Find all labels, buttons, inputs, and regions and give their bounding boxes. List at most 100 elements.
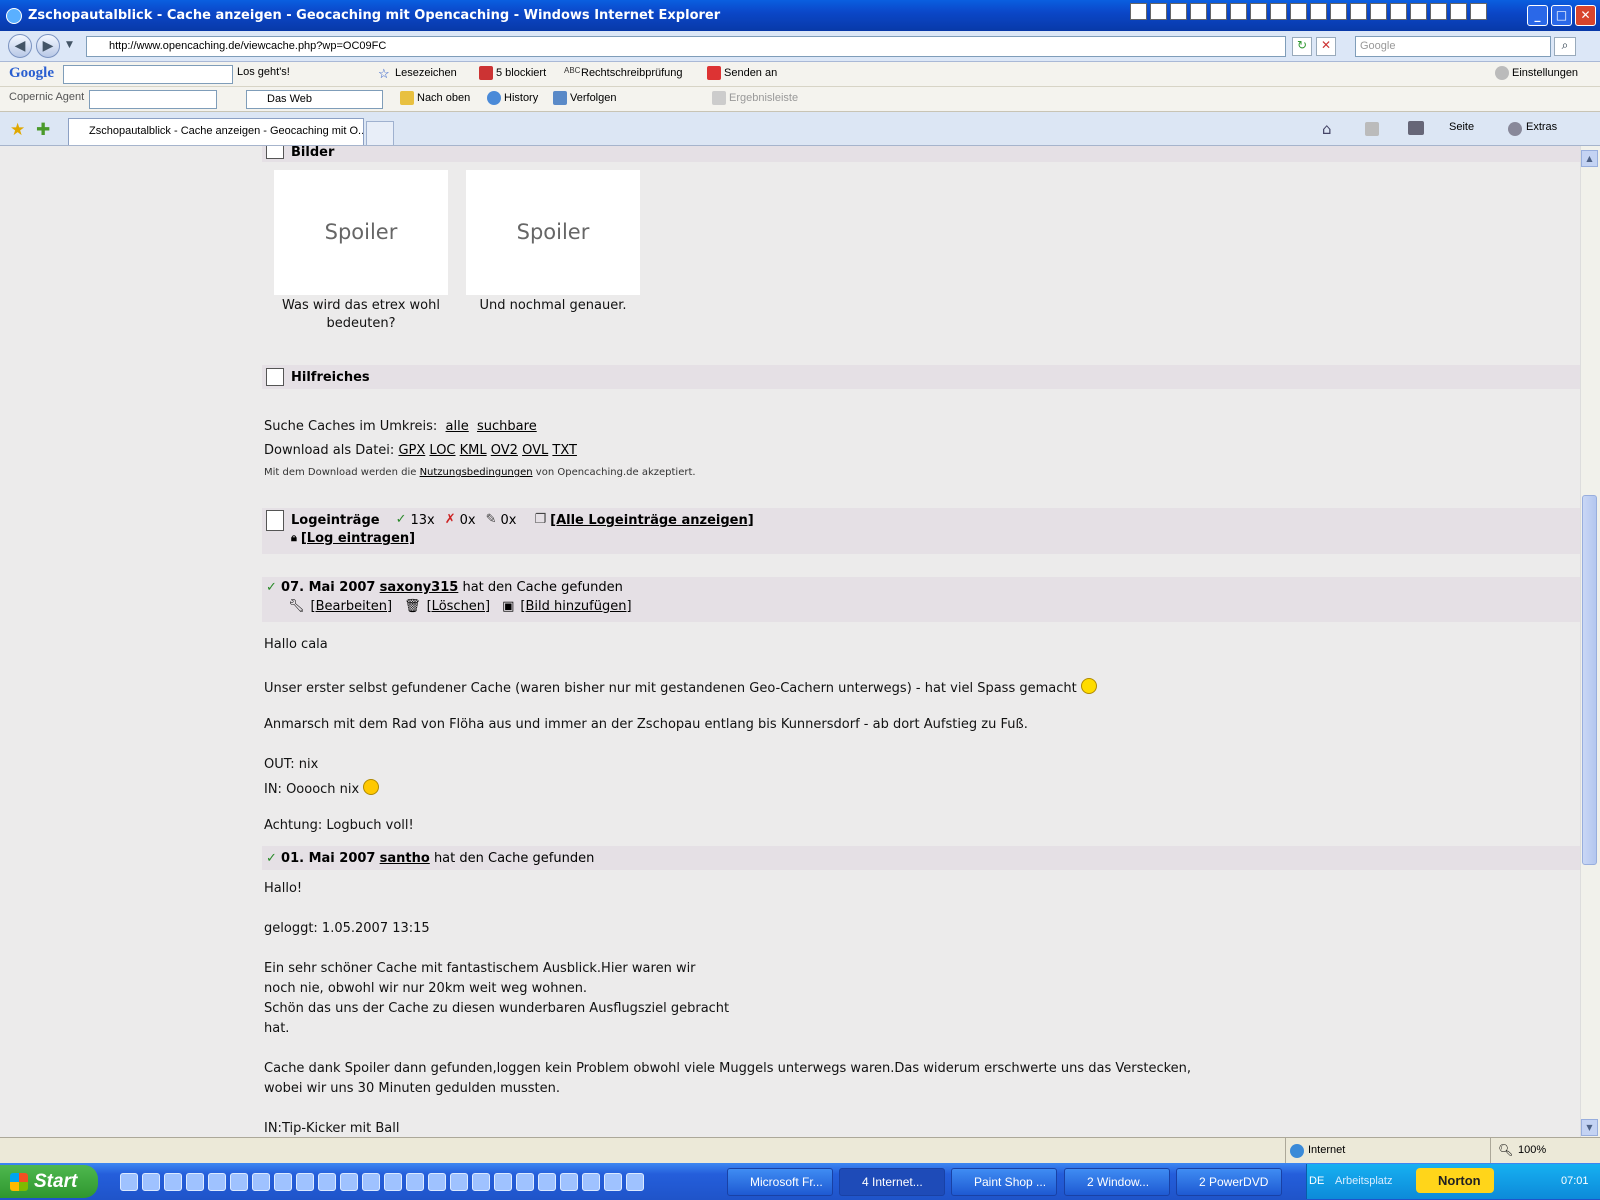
scroll-up-button[interactable]: ▲ <box>1581 150 1598 167</box>
refresh-icon[interactable]: ↻ <box>1292 37 1312 56</box>
download-txt-link[interactable]: TXT <box>552 443 577 458</box>
quick-launch-icon[interactable] <box>362 1173 380 1191</box>
quick-launch-icon[interactable] <box>120 1173 138 1191</box>
tray-icon[interactable] <box>1310 3 1327 20</box>
tray-icon[interactable] <box>1430 3 1447 20</box>
task-powerdvd[interactable]: 2 PowerDVD <box>1176 1168 1282 1196</box>
tray-icon[interactable] <box>1390 3 1407 20</box>
send-to-button[interactable]: Senden an <box>707 66 777 80</box>
scroll-down-button[interactable]: ▼ <box>1581 1119 1598 1136</box>
all-logs-link[interactable]: [Alle Logeinträge anzeigen] <box>550 513 754 528</box>
zoom-level[interactable]: 100% <box>1518 1144 1546 1156</box>
verfolgen-button[interactable]: Verfolgen <box>553 91 616 105</box>
tray-icon[interactable] <box>1170 3 1187 20</box>
quick-launch-icon[interactable] <box>626 1173 644 1191</box>
forward-button[interactable]: ▶ <box>36 34 60 58</box>
spoiler-image-1[interactable]: Spoiler <box>274 170 448 295</box>
web-select[interactable]: Das Web <box>246 90 383 109</box>
close-button[interactable]: ✕ <box>1575 5 1596 26</box>
language-indicator[interactable]: DE <box>1309 1175 1324 1187</box>
quick-launch-icon[interactable] <box>384 1173 402 1191</box>
maximize-button[interactable]: □ <box>1551 5 1572 26</box>
nach-oben-button[interactable]: Nach oben <box>400 91 470 105</box>
quick-launch-icon[interactable] <box>274 1173 292 1191</box>
settings-button[interactable]: Einstellungen <box>1495 66 1578 80</box>
quick-launch-icon[interactable] <box>142 1173 160 1191</box>
ergebnisleiste-button[interactable]: Ergebnisleiste <box>712 91 798 105</box>
print-icon[interactable] <box>1408 121 1424 135</box>
quick-launch-icon[interactable] <box>406 1173 424 1191</box>
log-1-user-link[interactable]: saxony315 <box>380 580 459 595</box>
google-search-input[interactable] <box>63 65 233 84</box>
tray-icon[interactable] <box>1190 3 1207 20</box>
quick-launch-icon[interactable] <box>582 1173 600 1191</box>
task-windows[interactable]: 2 Window... <box>1064 1168 1170 1196</box>
home-icon[interactable]: ⌂ <box>1322 120 1332 138</box>
spellcheck-button[interactable]: ABC Rechtschreibprüfung <box>564 66 683 80</box>
add-picture-link[interactable]: [Bild hinzufügen] <box>520 599 631 614</box>
address-input[interactable]: http://www.opencaching.de/viewcache.php?… <box>86 36 1286 57</box>
add-favorite-icon[interactable]: ✚ <box>36 120 50 140</box>
quick-launch-icon[interactable] <box>472 1173 490 1191</box>
log-2-user-link[interactable]: santho <box>380 851 430 866</box>
tray-icon[interactable] <box>1150 3 1167 20</box>
extras-menu[interactable]: Extras <box>1526 121 1557 133</box>
history-dropdown-icon[interactable]: ▼ <box>66 40 73 50</box>
search-icon[interactable]: ⌕ <box>1554 37 1576 56</box>
spoiler-image-2[interactable]: Spoiler <box>466 170 640 295</box>
quick-launch-icon[interactable] <box>340 1173 358 1191</box>
tray-icon[interactable] <box>1210 3 1227 20</box>
norton-tray-button[interactable]: Norton <box>1416 1168 1494 1193</box>
scrollbar-thumb[interactable] <box>1582 495 1597 865</box>
edit-link[interactable]: [Bearbeiten] <box>311 599 393 614</box>
task-microsoft[interactable]: Microsoft Fr... <box>727 1168 833 1196</box>
quick-launch-icon[interactable] <box>208 1173 226 1191</box>
quick-launch-icon[interactable] <box>560 1173 578 1191</box>
quick-launch-icon[interactable] <box>164 1173 182 1191</box>
download-kml-link[interactable]: KML <box>460 443 487 458</box>
search-all-link[interactable]: alle <box>446 419 469 434</box>
tray-icon[interactable] <box>1370 3 1387 20</box>
quick-launch-icon[interactable] <box>296 1173 314 1191</box>
workspace-label[interactable]: Arbeitsplatz <box>1335 1175 1392 1187</box>
popup-blocker-button[interactable]: 5 blockiert <box>479 66 546 80</box>
quick-launch-icon[interactable] <box>318 1173 336 1191</box>
tray-icon[interactable] <box>1230 3 1247 20</box>
tab-active[interactable]: Zschopautalblick - Cache anzeigen - Geoc… <box>68 118 364 145</box>
tray-icon[interactable] <box>1470 3 1487 20</box>
quick-launch-icon[interactable] <box>450 1173 468 1191</box>
quick-launch-icon[interactable] <box>516 1173 534 1191</box>
delete-link[interactable]: [Löschen] <box>427 599 491 614</box>
task-paint-shop[interactable]: Paint Shop ... <box>951 1168 1057 1196</box>
bookmarks-button[interactable]: ☆ Lesezeichen <box>378 66 457 81</box>
favorites-star-icon[interactable]: ★ <box>10 120 25 140</box>
quick-launch-icon[interactable] <box>538 1173 556 1191</box>
tray-icon[interactable] <box>1350 3 1367 20</box>
stop-icon[interactable]: ✕ <box>1316 37 1336 56</box>
tray-icon[interactable] <box>1130 3 1147 20</box>
terms-link[interactable]: Nutzungsbedingungen <box>420 467 533 478</box>
log-entry-link[interactable]: [Log eintragen] <box>301 531 415 546</box>
tray-icon[interactable] <box>1250 3 1267 20</box>
quick-launch-icon[interactable] <box>186 1173 204 1191</box>
download-loc-link[interactable]: LOC <box>429 443 455 458</box>
quick-launch-icon[interactable] <box>230 1173 248 1191</box>
download-gpx-link[interactable]: GPX <box>398 443 425 458</box>
download-ovl-link[interactable]: OVL <box>522 443 548 458</box>
tray-icon[interactable] <box>1410 3 1427 20</box>
quick-launch-icon[interactable] <box>604 1173 622 1191</box>
search-input[interactable]: Google <box>1355 36 1551 57</box>
history-button[interactable]: History <box>487 91 538 105</box>
search-searchable-link[interactable]: suchbare <box>477 419 537 434</box>
go-button[interactable]: Los geht's! <box>237 66 290 78</box>
download-ov2-link[interactable]: OV2 <box>491 443 518 458</box>
tray-icon[interactable] <box>1450 3 1467 20</box>
minimize-button[interactable]: _ <box>1527 5 1548 26</box>
quick-launch-icon[interactable] <box>252 1173 270 1191</box>
page-menu[interactable]: Seite <box>1449 121 1474 133</box>
tray-icon[interactable] <box>1290 3 1307 20</box>
quick-launch-icon[interactable] <box>494 1173 512 1191</box>
back-button[interactable]: ◀ <box>8 34 32 58</box>
tray-icon[interactable] <box>1330 3 1347 20</box>
feeds-icon[interactable] <box>1365 122 1379 136</box>
